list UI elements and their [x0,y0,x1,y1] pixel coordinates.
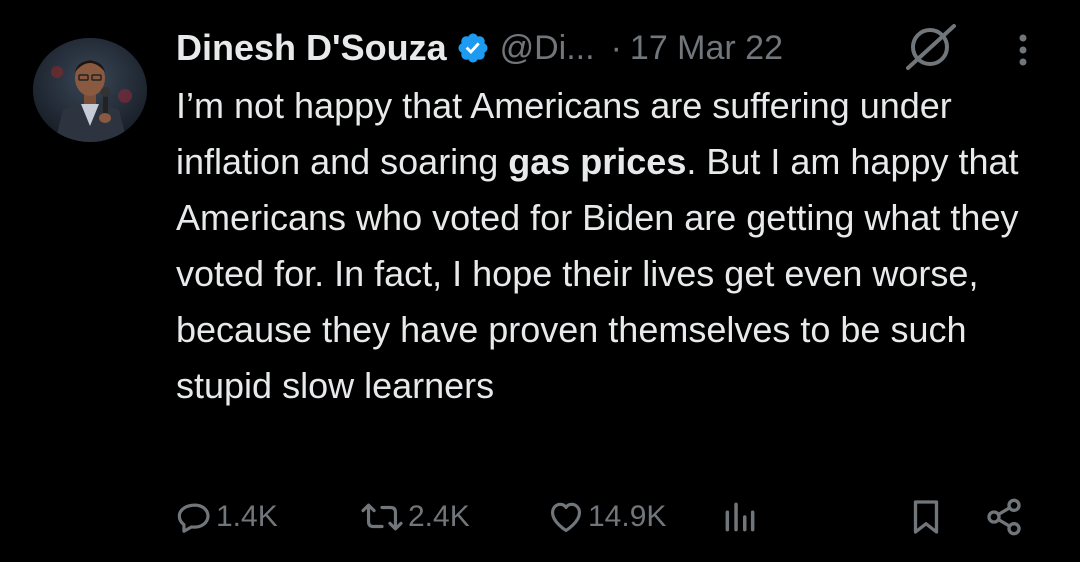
views-button[interactable] [720,492,760,542]
heart-icon [550,502,582,533]
author-handle[interactable]: @Di... [500,29,595,68]
share-icon [987,498,1021,536]
repost-icon [361,503,403,531]
display-name[interactable]: Dinesh D'Souza [176,27,447,69]
like-count: 14.9K [588,500,667,533]
tweet-date[interactable]: 17 Mar 22 [630,29,783,68]
repost-count: 2.4K [408,500,470,533]
views-icon [725,502,755,532]
verified-badge-icon[interactable] [456,31,490,65]
tweet-text: I’m not happy that Americans are sufferi… [176,78,1056,414]
tweet[interactable]: Dinesh D'Souza @Di... · 17 Mar 22 I’m no… [0,0,1080,562]
reply-button[interactable]: 1.4K [176,492,278,542]
grok-icon[interactable] [902,22,958,72]
action-bar: 1.4K 2.4K 14.9K [0,492,1080,542]
reply-icon [177,503,210,533]
share-button[interactable] [984,492,1024,542]
tweet-header: Dinesh D'Souza @Di... · 17 Mar 22 [176,22,783,74]
reply-count: 1.4K [216,500,278,533]
bookmark-button[interactable] [908,492,944,542]
avatar[interactable] [33,38,147,142]
repost-button[interactable]: 2.4K [358,492,470,542]
meta-separator: · [610,28,622,67]
profile-photo-icon [33,38,147,142]
more-icon[interactable] [1008,30,1038,70]
bookmark-icon [913,500,939,534]
like-button[interactable]: 14.9K [546,492,666,542]
tweet-text-bold: gas prices [508,141,687,182]
